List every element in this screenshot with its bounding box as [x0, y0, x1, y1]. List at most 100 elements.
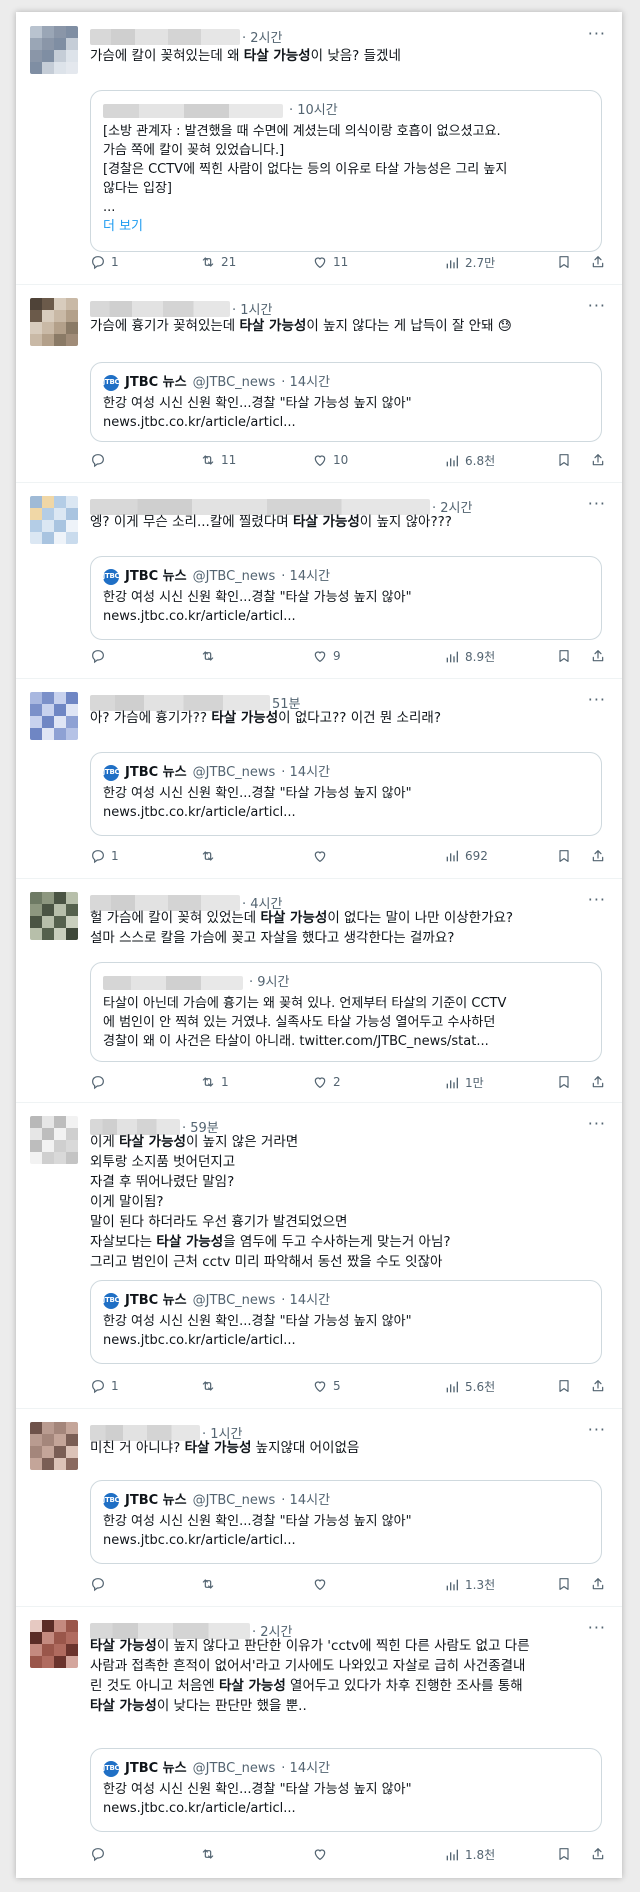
- news-link[interactable]: news.jtbc.co.kr/article/articl...: [103, 1799, 589, 1818]
- views-button[interactable]: 1만: [444, 1074, 484, 1091]
- tweet[interactable]: · 2시간 ··· 타살 가능성이 높지 않다고 판단한 이유가 'cctv에 찍힌…: [16, 1606, 622, 1878]
- avatar[interactable]: [30, 1422, 78, 1470]
- news-link[interactable]: news.jtbc.co.kr/article/articl...: [103, 1531, 589, 1550]
- more-icon[interactable]: ···: [588, 1114, 606, 1133]
- tweet[interactable]: · 1시간 ··· 미친 거 아니냐? 타살 가능성 높지않대 어이없음 JTBC JT…: [16, 1408, 622, 1607]
- bookmark-button[interactable]: [556, 648, 572, 664]
- reply-icon: [90, 1074, 106, 1090]
- more-icon[interactable]: ···: [588, 890, 606, 909]
- share-button[interactable]: [590, 1846, 606, 1862]
- retweet-button[interactable]: 1: [200, 1074, 229, 1090]
- retweet-button[interactable]: [200, 1846, 221, 1862]
- tweet[interactable]: · 59분 ··· 이게 타살 가능성이 높지 않은 거라면 외투랑 소지품 벗어던지…: [16, 1102, 622, 1409]
- share-button[interactable]: [590, 1378, 606, 1394]
- views-button[interactable]: 1.8천: [444, 1846, 495, 1863]
- more-icon[interactable]: ···: [588, 690, 606, 709]
- quoted-news-card[interactable]: JTBC JTBC 뉴스 @JTBC_news · 14시간 한강 여성 시신 신원 확…: [90, 362, 602, 442]
- source-time: · 14시간: [281, 1761, 331, 1776]
- more-icon[interactable]: ···: [588, 1618, 606, 1637]
- quoted-news-card[interactable]: JTBC JTBC 뉴스 @JTBC_news · 14시간 한강 여성 시신 신원 확…: [90, 556, 602, 640]
- views-button[interactable]: 2.7만: [444, 254, 495, 271]
- avatar[interactable]: [30, 1116, 78, 1164]
- avatar[interactable]: [30, 26, 78, 74]
- views-button[interactable]: 1.3천: [444, 1576, 495, 1593]
- quoted-news-card[interactable]: JTBC JTBC 뉴스 @JTBC_news · 14시간 한강 여성 시신 신원 확…: [90, 752, 602, 836]
- more-icon[interactable]: ···: [588, 1420, 606, 1439]
- quoted-news-card[interactable]: JTBC JTBC 뉴스 @JTBC_news · 14시간 한강 여성 시신 신원 확…: [90, 1280, 602, 1364]
- avatar[interactable]: [30, 1620, 78, 1668]
- reply-button[interactable]: 1: [90, 254, 119, 270]
- quoted-news-card[interactable]: JTBC JTBC 뉴스 @JTBC_news · 14시간 한강 여성 시신 신원 확…: [90, 1748, 602, 1832]
- like-button[interactable]: [312, 848, 333, 864]
- views-button[interactable]: 5.6천: [444, 1378, 495, 1395]
- more-icon[interactable]: ···: [588, 296, 606, 315]
- news-link[interactable]: news.jtbc.co.kr/article/articl...: [103, 1331, 589, 1350]
- views-button[interactable]: 8.9천: [444, 648, 495, 665]
- tweet[interactable]: · 2시간 ··· 엥? 이게 무슨 소리...칼에 찔렸다며 타살 가능성이 높지…: [16, 482, 622, 679]
- reply-button[interactable]: [90, 648, 111, 664]
- quote-source: JTBC JTBC 뉴스 @JTBC_news · 14시간: [103, 763, 589, 782]
- reply-button[interactable]: [90, 452, 111, 468]
- news-link[interactable]: news.jtbc.co.kr/article/articl...: [103, 803, 589, 822]
- views-button[interactable]: 6.8천: [444, 452, 495, 469]
- share-button[interactable]: [590, 1074, 606, 1090]
- tweet[interactable]: · 4시간 ··· 헐 가슴에 칼이 꽂혀 있었는데 타살 가능성이 없다는 말이 …: [16, 878, 622, 1103]
- news-headline: 한강 여성 시신 신원 확인...경찰 "타살 가능성 높지 않아": [103, 396, 412, 411]
- more-icon[interactable]: ···: [588, 494, 606, 513]
- more-icon[interactable]: ···: [588, 24, 606, 43]
- bookmark-button[interactable]: [556, 452, 572, 468]
- retweet-count: 21: [221, 255, 237, 269]
- tweet[interactable]: · 2시간 ··· 가슴에 칼이 꽂혀있는데 왜 타살 가능성이 낮음? 들겠네 · …: [16, 12, 622, 285]
- retweet-icon: [200, 1378, 216, 1394]
- share-button[interactable]: [590, 648, 606, 664]
- retweet-button[interactable]: 11: [200, 452, 236, 468]
- like-button[interactable]: [312, 1576, 333, 1592]
- like-button[interactable]: [312, 1846, 333, 1862]
- share-button[interactable]: [590, 1576, 606, 1592]
- reply-button[interactable]: [90, 1074, 111, 1090]
- retweet-button[interactable]: 21: [200, 254, 236, 270]
- bookmark-button[interactable]: [556, 1378, 572, 1394]
- keyword-highlight: 타살 가능성: [218, 1678, 286, 1694]
- quoted-tweet-card[interactable]: · 10시간 [소방 관계자 : 발견했을 때 수면에 계셨는데 의식이랑 호흡이…: [90, 90, 602, 252]
- avatar[interactable]: [30, 298, 78, 346]
- bookmark-button[interactable]: [556, 848, 572, 864]
- retweet-button[interactable]: [200, 1576, 221, 1592]
- avatar[interactable]: [30, 892, 78, 940]
- share-button[interactable]: [590, 452, 606, 468]
- quoted-news-card[interactable]: JTBC JTBC 뉴스 @JTBC_news · 14시간 한강 여성 시신 신원 확…: [90, 1480, 602, 1564]
- bookmark-button[interactable]: [556, 254, 572, 270]
- reply-button[interactable]: 1: [90, 1378, 119, 1394]
- avatar[interactable]: [30, 496, 78, 544]
- source-handle: @JTBC_news: [192, 375, 276, 390]
- retweet-button[interactable]: [200, 848, 221, 864]
- retweet-button[interactable]: [200, 648, 221, 664]
- like-button[interactable]: 5: [312, 1378, 341, 1394]
- tweet[interactable]: · 1시간 ··· 가슴에 흉기가 꽂혀있는데 타살 가능성이 높지 않다는 게 납…: [16, 284, 622, 483]
- reply-button[interactable]: [90, 1576, 111, 1592]
- tweet-time[interactable]: · 2시간: [242, 31, 282, 46]
- bookmark-button[interactable]: [556, 1576, 572, 1592]
- news-link[interactable]: news.jtbc.co.kr/article/articl...: [103, 607, 589, 626]
- like-button[interactable]: 11: [312, 254, 348, 270]
- reply-button[interactable]: 1: [90, 848, 119, 864]
- quoted-tweet-card[interactable]: · 9시간 타살이 아닌데 가슴에 흉기는 왜 꽂혀 있나. 언제부터 타살의 기…: [90, 962, 602, 1062]
- bookmark-button[interactable]: [556, 1846, 572, 1862]
- blurred-username[interactable]: [90, 300, 230, 317]
- share-button[interactable]: [590, 254, 606, 270]
- retweet-button[interactable]: [200, 1378, 221, 1394]
- views-button[interactable]: 692: [444, 848, 488, 864]
- tweet[interactable]: 51분 ··· 아? 가슴에 흉기가?? 타살 가능성이 없다고?? 이건 뭔 소리…: [16, 678, 622, 879]
- news-link[interactable]: news.jtbc.co.kr/article/articl...: [103, 413, 589, 432]
- reply-button[interactable]: [90, 1846, 111, 1862]
- like-button[interactable]: 9: [312, 648, 341, 664]
- bookmark-button[interactable]: [556, 1074, 572, 1090]
- action-bar: 1 5 5.6천: [90, 1378, 606, 1398]
- avatar[interactable]: [30, 692, 78, 740]
- blurred-username[interactable]: [90, 28, 240, 45]
- share-button[interactable]: [590, 848, 606, 864]
- like-button[interactable]: 2: [312, 1074, 341, 1090]
- show-more-link[interactable]: 더 보기: [103, 217, 589, 236]
- like-button[interactable]: 10: [312, 452, 348, 468]
- action-bar: 1 692: [90, 848, 606, 868]
